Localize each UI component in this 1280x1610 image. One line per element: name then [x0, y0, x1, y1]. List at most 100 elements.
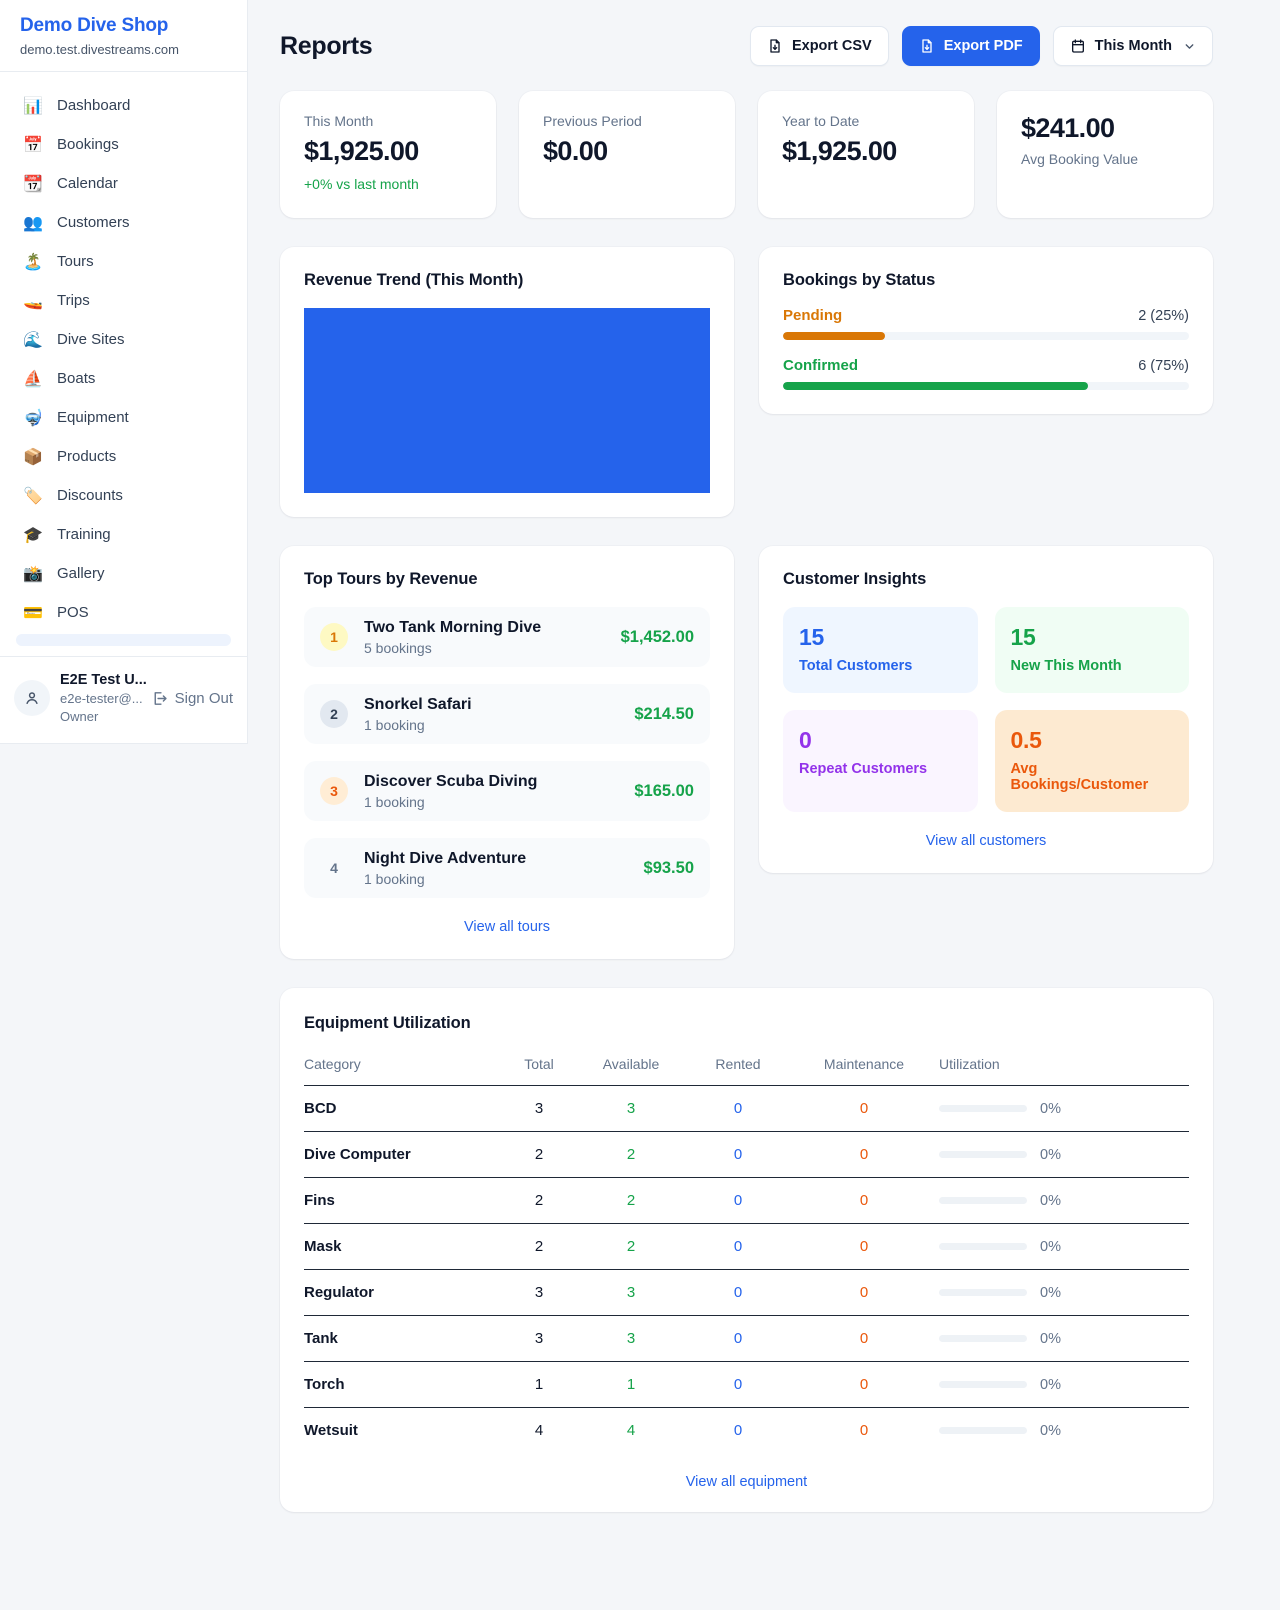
rank-badge: 2 [320, 700, 348, 728]
sidebar-item-training[interactable]: 🎓 Training [10, 515, 237, 554]
sidebar-item-calendar[interactable]: 📆 Calendar [10, 164, 237, 203]
cell-total: 3 [503, 1270, 575, 1316]
cell-rented: 0 [687, 1224, 789, 1270]
tour-bookings: 1 booking [364, 871, 628, 887]
insights-row: Top Tours by Revenue 1 Two Tank Morning … [280, 546, 1213, 959]
utilization-percent: 0% [1040, 1331, 1061, 1347]
stat-cards: This Month $1,925.00 +0% vs last month P… [280, 91, 1213, 218]
status-value: 6 (75%) [1138, 358, 1189, 374]
tile-label: New This Month [1011, 658, 1174, 674]
revenue-trend-title: Revenue Trend (This Month) [304, 271, 710, 290]
export-pdf-label: Export PDF [944, 38, 1023, 54]
column-header-utilization: Utilization [939, 1048, 1189, 1086]
utilization-percent: 0% [1040, 1239, 1061, 1255]
cell-total: 3 [503, 1316, 575, 1362]
stat-card-year-to-date: Year to Date $1,925.00 [758, 91, 974, 218]
sidebar-item-dashboard[interactable]: 📊 Dashboard [10, 86, 237, 125]
table-row: Tank 3 3 0 0 0% [304, 1316, 1189, 1362]
package-icon: 📦 [22, 447, 44, 466]
cell-total: 3 [503, 1086, 575, 1132]
revenue-trend-card: Revenue Trend (This Month) [280, 247, 734, 517]
people-icon: 👥 [22, 213, 44, 232]
cell-category: BCD [304, 1086, 503, 1132]
stat-label: Year to Date [782, 113, 950, 129]
cell-maintenance: 0 [789, 1362, 939, 1408]
utilization-bar [939, 1289, 1027, 1296]
cell-rented: 0 [687, 1362, 789, 1408]
view-all-equipment-link[interactable]: View all equipment [304, 1474, 1189, 1490]
graduation-cap-icon: 🎓 [22, 525, 44, 544]
status-row-confirmed: Confirmed 6 (75%) [783, 357, 1189, 390]
utilization-bar [939, 1151, 1027, 1158]
sidebar: Demo Dive Shop demo.test.divestreams.com… [0, 0, 248, 744]
tour-bookings: 5 bookings [364, 640, 605, 656]
tear-off-calendar-icon: 📆 [22, 174, 44, 193]
tour-name: Discover Scuba Diving [364, 773, 618, 791]
sign-out-button[interactable]: Sign Out [151, 690, 233, 707]
chevron-down-icon [1183, 40, 1196, 53]
cell-category: Dive Computer [304, 1132, 503, 1178]
stat-card-avg-booking-value: $241.00 Avg Booking Value [997, 91, 1213, 218]
sidebar-item-label: Dashboard [57, 97, 130, 114]
cell-category: Mask [304, 1224, 503, 1270]
document-download-icon [919, 38, 935, 54]
tile-label: Avg Bookings/Customer [1011, 761, 1174, 793]
cell-maintenance: 0 [789, 1270, 939, 1316]
export-pdf-button[interactable]: Export PDF [902, 26, 1040, 66]
stat-value: $0.00 [543, 136, 711, 167]
export-csv-button[interactable]: Export CSV [750, 26, 889, 66]
view-all-customers-link[interactable]: View all customers [783, 833, 1189, 849]
cell-maintenance: 0 [789, 1086, 939, 1132]
sign-out-label: Sign Out [175, 690, 233, 707]
rank-badge: 1 [320, 623, 348, 651]
bookings-by-status-title: Bookings by Status [783, 271, 1189, 290]
sidebar-item-tours[interactable]: 🏝️ Tours [10, 242, 237, 281]
sidebar-item-pos[interactable]: 💳 POS [10, 593, 237, 632]
tile-value: 0.5 [1011, 727, 1174, 754]
stat-value: $241.00 [1021, 113, 1189, 144]
status-row-pending: Pending 2 (25%) [783, 307, 1189, 340]
tile-total-customers: 15 Total Customers [783, 607, 978, 693]
sidebar-item-dive-sites[interactable]: 🌊 Dive Sites [10, 320, 237, 359]
equipment-table: Category Total Available Rented Maintena… [304, 1048, 1189, 1453]
table-row: Regulator 3 3 0 0 0% [304, 1270, 1189, 1316]
sidebar-item-products[interactable]: 📦 Products [10, 437, 237, 476]
tile-repeat-customers: 0 Repeat Customers [783, 710, 978, 812]
logout-icon [151, 690, 168, 707]
cell-category: Wetsuit [304, 1408, 503, 1454]
cell-rented: 0 [687, 1132, 789, 1178]
period-select[interactable]: This Month [1053, 26, 1213, 66]
price-tag-icon: 🏷️ [22, 486, 44, 505]
sidebar-item-bookings[interactable]: 📅 Bookings [10, 125, 237, 164]
table-row: BCD 3 3 0 0 0% [304, 1086, 1189, 1132]
stat-delta: +0% vs last month [304, 176, 472, 192]
column-header-total: Total [503, 1048, 575, 1086]
tour-name: Night Dive Adventure [364, 850, 628, 868]
sidebar-item-label: Boats [57, 370, 95, 387]
tour-bookings: 1 booking [364, 794, 618, 810]
stat-label: This Month [304, 113, 472, 129]
insight-tiles: 15 Total Customers 15 New This Month 0 R… [783, 607, 1189, 812]
view-all-tours-link[interactable]: View all tours [304, 919, 710, 935]
sidebar-item-boats[interactable]: ⛵ Boats [10, 359, 237, 398]
utilization-bar [939, 1197, 1027, 1204]
sidebar-item-equipment[interactable]: 🤿 Equipment [10, 398, 237, 437]
cell-category: Regulator [304, 1270, 503, 1316]
table-row: Mask 2 2 0 0 0% [304, 1224, 1189, 1270]
island-icon: 🏝️ [22, 252, 44, 271]
status-bar-track [783, 382, 1189, 390]
sidebar-item-label: POS [57, 604, 89, 621]
cell-available: 1 [575, 1362, 687, 1408]
wave-icon: 🌊 [22, 330, 44, 349]
sidebar-item-trips[interactable]: 🚤 Trips [10, 281, 237, 320]
sidebar-item-discounts[interactable]: 🏷️ Discounts [10, 476, 237, 515]
cell-available: 3 [575, 1316, 687, 1362]
status-value: 2 (25%) [1138, 308, 1189, 324]
sidebar-item-gallery[interactable]: 📸 Gallery [10, 554, 237, 593]
shop-name: Demo Dive Shop [20, 15, 227, 37]
cell-maintenance: 0 [789, 1316, 939, 1362]
cell-category: Torch [304, 1362, 503, 1408]
camera-icon: 📸 [22, 564, 44, 583]
sidebar-item-reports-partial[interactable] [16, 634, 231, 646]
sidebar-item-customers[interactable]: 👥 Customers [10, 203, 237, 242]
